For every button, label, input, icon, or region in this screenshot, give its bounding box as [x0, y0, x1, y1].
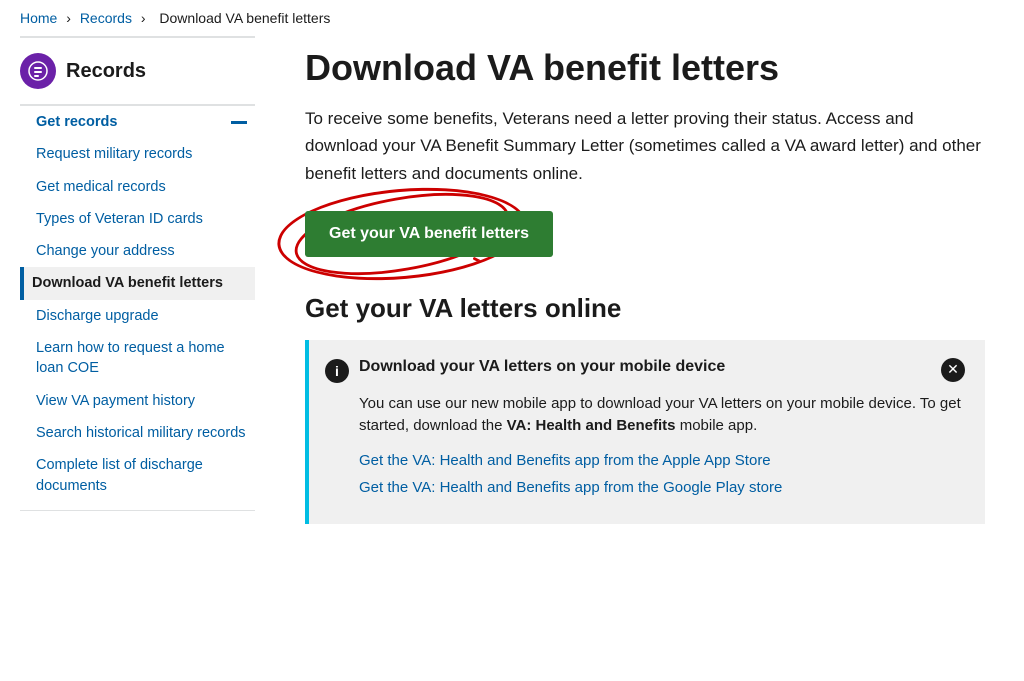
breadcrumb-current: Download VA benefit letters: [159, 10, 330, 26]
sidebar-item-home-loan[interactable]: Learn how to request a home loan COE: [20, 332, 255, 385]
page-title: Download VA benefit letters: [305, 46, 1004, 89]
sidebar-link-get-records[interactable]: Get records: [24, 106, 255, 138]
sidebar-item-historical-military[interactable]: Search historical military records: [20, 417, 255, 449]
breadcrumb-records[interactable]: Records: [80, 10, 132, 26]
sidebar-link-request-military[interactable]: Request military records: [24, 138, 255, 170]
apple-app-store-link[interactable]: Get the VA: Health and Benefits app from…: [359, 452, 965, 469]
google-play-store-link[interactable]: Get the VA: Health and Benefits app from…: [359, 479, 965, 496]
cta-button[interactable]: Get your VA benefit letters: [305, 211, 553, 257]
sidebar-item-discharge-docs[interactable]: Complete list of discharge documents: [20, 449, 255, 502]
sidebar-link-discharge-upgrade[interactable]: Discharge upgrade: [24, 300, 255, 332]
sidebar-item-discharge-upgrade[interactable]: Discharge upgrade: [20, 300, 255, 332]
sidebar-item-change-address[interactable]: Change your address: [20, 235, 255, 267]
sidebar-link-download-letters[interactable]: Download VA benefit letters: [24, 267, 255, 299]
breadcrumb-home[interactable]: Home: [20, 10, 57, 26]
sidebar-item-payment-history[interactable]: View VA payment history: [20, 385, 255, 417]
info-box-header: i Download your VA letters on your mobil…: [325, 358, 965, 383]
active-indicator: [231, 121, 247, 124]
sidebar-item-download-letters[interactable]: Download VA benefit letters: [20, 267, 255, 299]
sidebar-link-discharge-docs[interactable]: Complete list of discharge documents: [24, 449, 255, 502]
sidebar-link-change-address[interactable]: Change your address: [24, 235, 255, 267]
info-box-links: Get the VA: Health and Benefits app from…: [325, 452, 965, 496]
breadcrumb-separator-1: ›: [66, 10, 71, 26]
sidebar-link-get-medical[interactable]: Get medical records: [24, 171, 255, 203]
info-box: i Download your VA letters on your mobil…: [305, 340, 985, 524]
sidebar-title: Records: [66, 60, 146, 83]
section-heading: Get your VA letters online: [305, 293, 1004, 324]
sidebar-item-get-medical[interactable]: Get medical records: [20, 171, 255, 203]
sidebar-item-request-military[interactable]: Request military records: [20, 138, 255, 170]
sidebar-nav: Get records Request military records Get…: [20, 106, 255, 511]
sidebar-link-home-loan[interactable]: Learn how to request a home loan COE: [24, 332, 255, 385]
sidebar-link-veteran-id[interactable]: Types of Veteran ID cards: [24, 203, 255, 235]
info-icon: i: [325, 359, 349, 383]
intro-paragraph: To receive some benefits, Veterans need …: [305, 105, 985, 187]
sidebar-item-veteran-id[interactable]: Types of Veteran ID cards: [20, 203, 255, 235]
sidebar-item-get-records[interactable]: Get records: [20, 106, 255, 138]
sidebar-header: Records: [20, 36, 255, 106]
breadcrumb-separator-2: ›: [141, 10, 146, 26]
cta-button-wrapper: Get your VA benefit letters: [305, 211, 553, 257]
sidebar-link-historical-military[interactable]: Search historical military records: [24, 417, 255, 449]
sidebar: Records Get records Request military rec…: [20, 36, 275, 564]
records-icon: [20, 53, 56, 89]
main-content: Download VA benefit letters To receive s…: [275, 36, 1004, 564]
info-box-title: Download your VA letters on your mobile …: [359, 358, 931, 376]
breadcrumb: Home › Records › Download VA benefit let…: [0, 0, 1024, 36]
info-box-close-button[interactable]: ✕: [941, 358, 965, 382]
info-box-body: You can use our new mobile app to downlo…: [325, 393, 965, 438]
sidebar-link-payment-history[interactable]: View VA payment history: [24, 385, 255, 417]
